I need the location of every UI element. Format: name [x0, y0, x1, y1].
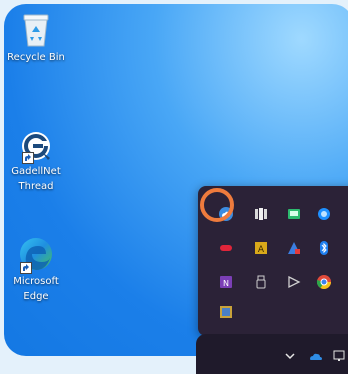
desktop-icon-recycle-bin[interactable]: Recycle Bin	[4, 12, 76, 65]
app-icon[interactable]	[284, 238, 304, 258]
recycle-bin-label: Recycle Bin	[7, 52, 65, 63]
chevron-up-icon[interactable]	[280, 346, 300, 366]
app-icon[interactable]	[284, 272, 304, 292]
shortcut-arrow-icon	[20, 262, 32, 274]
recycle-bin-icon	[21, 12, 51, 48]
desktop-icon-gadellnet-thread[interactable]: GadellNet Thread	[4, 130, 76, 194]
onenote-icon[interactable]: N	[216, 272, 236, 292]
shortcut-arrow-icon	[22, 152, 34, 164]
onedrive-cloud-icon[interactable]	[306, 346, 326, 366]
edge-label: Microsoft Edge	[13, 276, 59, 302]
usb-icon[interactable]	[251, 272, 271, 292]
svg-text:N: N	[223, 279, 229, 288]
bluetooth-icon[interactable]	[314, 238, 334, 258]
gadellnet-thread-label: GadellNet Thread	[11, 166, 61, 192]
desktop-icon-microsoft-edge[interactable]: Microsoft Edge	[4, 236, 76, 304]
edge-icon	[18, 236, 54, 274]
svg-text:A: A	[258, 245, 265, 255]
taskbar	[196, 334, 348, 374]
app-icon[interactable]	[251, 204, 271, 224]
app-icon[interactable]: A	[251, 238, 271, 258]
highlight-circle	[200, 188, 234, 222]
network-icon[interactable]	[330, 346, 348, 366]
app-icon[interactable]	[216, 238, 236, 258]
app-icon[interactable]	[216, 302, 236, 322]
gadellnet-thread-icon	[20, 130, 52, 164]
app-icon[interactable]	[314, 204, 334, 224]
app-icon[interactable]	[284, 204, 304, 224]
chrome-icon[interactable]	[314, 272, 334, 292]
